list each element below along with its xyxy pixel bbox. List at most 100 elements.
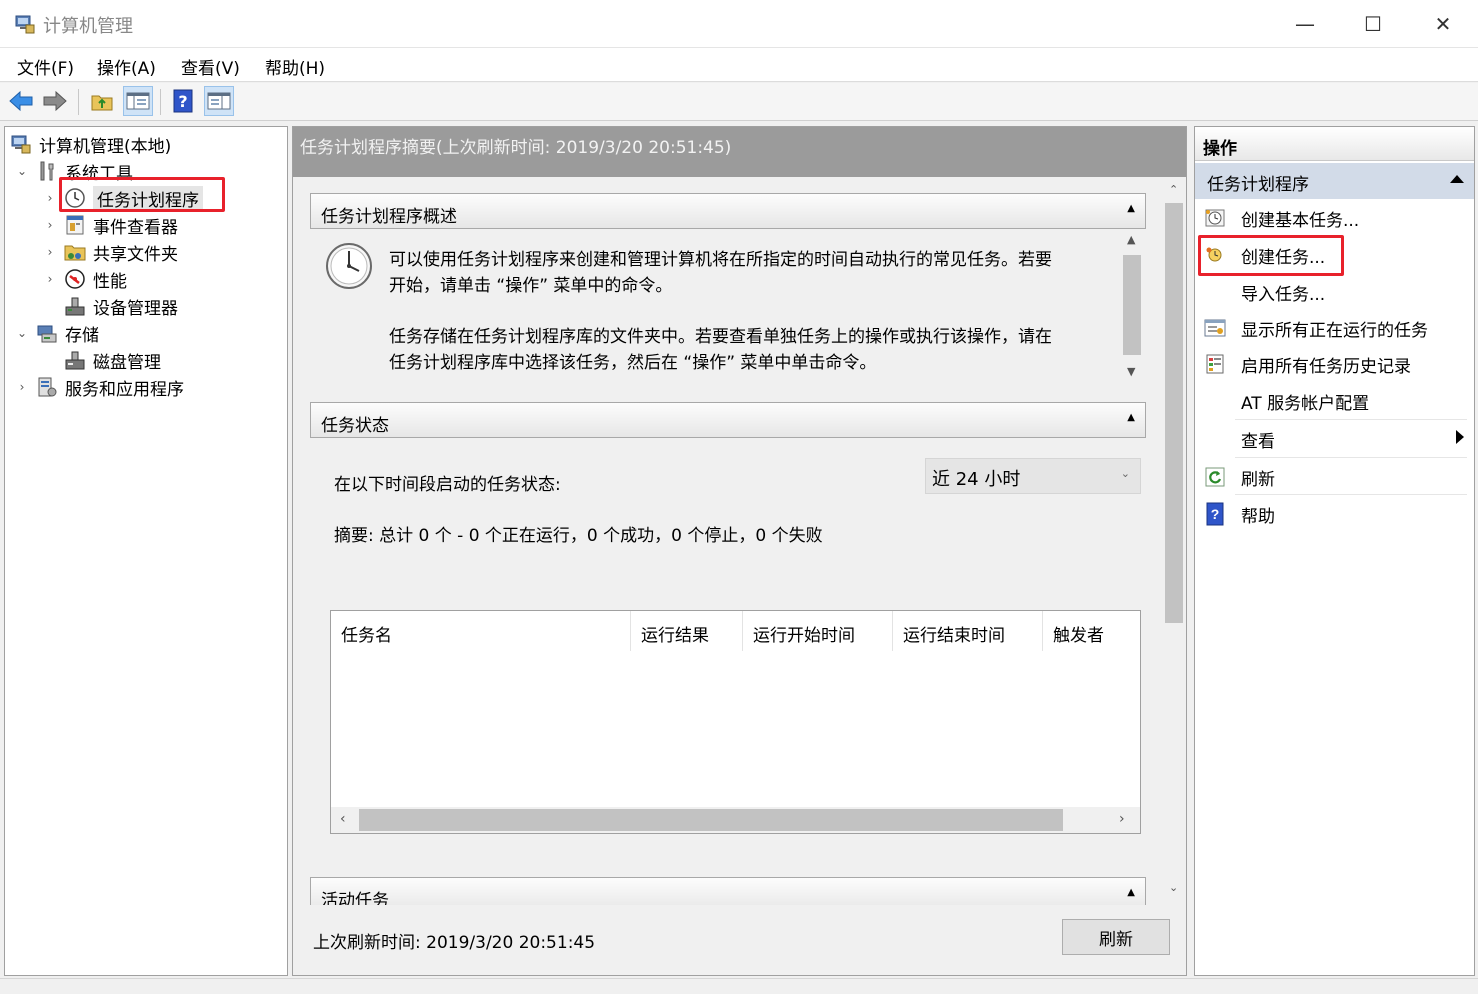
back-arrow-icon xyxy=(9,90,33,112)
close-button[interactable]: ✕ xyxy=(1408,0,1478,48)
import-task-icon xyxy=(1203,280,1227,304)
tree-item-computer-management[interactable]: 计算机管理(本地) xyxy=(9,131,171,157)
scroll-thumb[interactable] xyxy=(1165,203,1183,623)
tree-item-disk-management[interactable]: 磁盘管理 xyxy=(63,347,161,373)
up-folder-button[interactable] xyxy=(87,86,117,116)
minimize-button[interactable]: — xyxy=(1270,0,1340,48)
collapse-icon[interactable]: ▲ xyxy=(1127,203,1135,214)
overview-scrollbar[interactable]: ▲ ▼ xyxy=(1120,229,1144,384)
tree-label: 事件查看器 xyxy=(93,217,178,238)
refresh-button[interactable]: 刷新 xyxy=(1062,919,1170,955)
at-account-icon xyxy=(1203,389,1227,413)
highlight-box xyxy=(1198,235,1344,276)
action-at-service-account[interactable]: AT 服务帐户配置 xyxy=(1195,383,1470,419)
help-button[interactable]: ? xyxy=(168,86,198,116)
chevron-right-icon[interactable]: › xyxy=(43,191,57,205)
console-tree: 计算机管理(本地) ⌄ 系统工具 › 任务计划程序 › 事件查看器 › 共享文件… xyxy=(4,126,288,976)
section-title: 任务状态 xyxy=(321,416,389,436)
shared-folder-icon xyxy=(63,240,87,264)
chevron-down-icon[interactable]: ⌄ xyxy=(15,164,29,178)
menu-action[interactable]: 操作(A) xyxy=(97,54,156,79)
tree-item-device-manager[interactable]: 设备管理器 xyxy=(63,293,178,319)
overview-text-2: 开始，请单击 “操作” 菜单中的命令。 xyxy=(389,276,673,296)
running-tasks-icon xyxy=(1203,316,1227,340)
show-hide-action-pane-button[interactable] xyxy=(204,86,234,116)
tree-label: 性能 xyxy=(93,271,127,292)
action-create-basic-task[interactable]: 创建基本任务... xyxy=(1195,200,1470,236)
collapse-icon[interactable]: ▲ xyxy=(1127,887,1135,898)
back-button[interactable] xyxy=(6,86,36,116)
scroll-left-icon[interactable]: ‹ xyxy=(340,811,346,827)
action-refresh[interactable]: 刷新 xyxy=(1195,459,1470,495)
summary-scrollbar[interactable]: ⌃ ⌄ xyxy=(1161,177,1186,905)
collapse-icon[interactable]: ▲ xyxy=(1127,412,1135,423)
action-import-task[interactable]: 导入任务... xyxy=(1195,274,1470,310)
tree-item-event-viewer[interactable]: › 事件查看器 xyxy=(43,212,178,238)
submenu-arrow-icon xyxy=(1456,430,1464,444)
chevron-right-icon[interactable]: › xyxy=(43,272,57,286)
summary-body: 任务计划程序概述 ▲ 可以使用任务计划程序来创建和管理计算机将在所指定的时间自动… xyxy=(293,177,1168,905)
show-hide-tree-button[interactable] xyxy=(123,86,153,116)
actions-pane: 操作 任务计划程序 创建基本任务... 创建任务... 导入任务... 显示所有… xyxy=(1194,126,1475,976)
action-label: AT 服务帐户配置 xyxy=(1241,393,1370,414)
services-icon xyxy=(35,375,59,399)
action-view[interactable]: 查看 xyxy=(1195,421,1470,457)
actions-section-task-scheduler[interactable]: 任务计划程序 xyxy=(1195,163,1474,199)
chevron-right-icon[interactable]: › xyxy=(43,245,57,259)
console-tree-icon xyxy=(126,92,150,110)
tools-icon xyxy=(35,159,59,183)
maximize-button[interactable]: ☐ xyxy=(1338,0,1408,48)
scroll-down-icon[interactable]: ▼ xyxy=(1127,365,1135,378)
tree-label: 服务和应用程序 xyxy=(65,379,184,400)
action-label: 导入任务... xyxy=(1241,284,1326,305)
action-separator xyxy=(1235,494,1467,495)
scroll-thumb[interactable] xyxy=(1123,255,1141,355)
tree-item-services-apps[interactable]: › 服务和应用程序 xyxy=(15,374,184,400)
chevron-down-icon[interactable]: ⌄ xyxy=(15,326,29,340)
column-run-end[interactable]: 运行结束时间 xyxy=(893,611,1043,651)
action-label: 启用所有任务历史记录 xyxy=(1241,356,1411,377)
forward-button[interactable] xyxy=(40,86,70,116)
overview-text-4: 任务计划程序库中选择该任务，然后在 “操作” 菜单中单击命令。 xyxy=(389,353,877,373)
help-icon: ? xyxy=(1203,502,1227,526)
title-bar: 计算机管理 — ☐ ✕ xyxy=(0,0,1478,48)
tree-item-shared-folders[interactable]: › 共享文件夹 xyxy=(43,239,178,265)
status-summary: 摘要: 总计 0 个 - 0 个正在运行，0 个成功，0 个停止，0 个失败 xyxy=(334,526,823,546)
column-run-result[interactable]: 运行结果 xyxy=(631,611,743,651)
section-label: 任务计划程序 xyxy=(1207,175,1309,195)
table-horizontal-scrollbar[interactable]: ‹ › xyxy=(331,807,1140,833)
status-section-header[interactable]: 任务状态 ▲ xyxy=(310,402,1146,438)
highlight-box xyxy=(59,177,225,212)
column-run-start[interactable]: 运行开始时间 xyxy=(743,611,893,651)
column-triggered-by[interactable]: 触发者 xyxy=(1043,611,1140,651)
scroll-right-icon[interactable]: › xyxy=(1119,811,1125,827)
action-enable-task-history[interactable]: 启用所有任务历史记录 xyxy=(1195,346,1470,382)
scroll-up-icon[interactable]: ⌃ xyxy=(1169,183,1178,196)
active-tasks-section-header[interactable]: 活动任务 ▲ xyxy=(310,877,1146,905)
column-task-name[interactable]: 任务名 xyxy=(331,611,631,651)
action-show-running-tasks[interactable]: 显示所有正在运行的任务 xyxy=(1195,310,1470,346)
chevron-right-icon[interactable]: › xyxy=(43,218,57,232)
scroll-up-icon[interactable]: ▲ xyxy=(1127,233,1135,246)
menu-help[interactable]: 帮助(H) xyxy=(265,54,325,79)
period-value: 近 24 小时 xyxy=(932,469,1021,490)
tree-item-storage[interactable]: ⌄ 存储 xyxy=(15,320,99,346)
tree-item-performance[interactable]: › 性能 xyxy=(43,266,127,292)
svg-text:?: ? xyxy=(1211,506,1220,522)
menu-view[interactable]: 查看(V) xyxy=(181,54,240,79)
folder-up-icon xyxy=(91,95,113,111)
overview-section-header[interactable]: 任务计划程序概述 ▲ xyxy=(310,193,1146,229)
scroll-thumb[interactable] xyxy=(359,809,1063,831)
overview-text-3: 任务存储在任务计划程序库的文件夹中。若要查看单独任务上的操作或执行该操作，请在 xyxy=(389,327,1052,347)
disk-management-icon xyxy=(63,348,87,372)
scroll-down-icon[interactable]: ⌄ xyxy=(1169,881,1178,894)
event-viewer-icon xyxy=(63,213,87,237)
toolbar-separator xyxy=(160,89,161,115)
toolbar-separator xyxy=(78,89,79,115)
period-select[interactable]: 近 24 小时 ⌄ xyxy=(925,458,1141,494)
menu-file[interactable]: 文件(F) xyxy=(17,54,74,79)
chevron-right-icon[interactable]: › xyxy=(15,380,29,394)
action-help[interactable]: ? 帮助 xyxy=(1195,496,1470,532)
computer-management-icon xyxy=(9,132,33,156)
collapse-triangle-icon[interactable] xyxy=(1450,175,1464,183)
